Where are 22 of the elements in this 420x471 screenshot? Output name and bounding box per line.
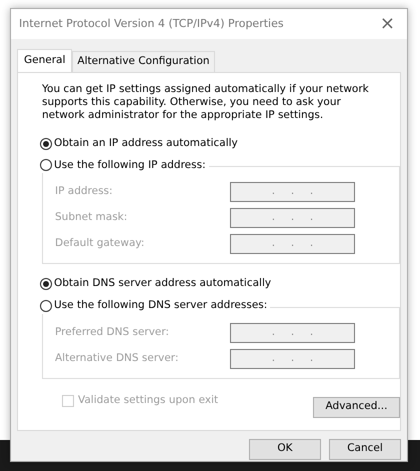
- field-label: Alternative DNS server:: [55, 350, 180, 366]
- tab[interactable]: Alternative Configuration: [72, 51, 215, 72]
- radio-icon[interactable]: [40, 138, 52, 150]
- advanced-button[interactable]: Advanced...: [313, 396, 400, 418]
- close-button[interactable]: ×: [376, 15, 399, 33]
- field-label: IP address:: [55, 184, 114, 200]
- radio-option[interactable]: Use the following IP address:: [40, 158, 209, 174]
- radio-option[interactable]: Obtain DNS server address automatically: [40, 276, 272, 292]
- dialog-button[interactable]: OK: [249, 438, 321, 460]
- radio-icon[interactable]: [40, 300, 52, 312]
- field-label: Preferred DNS server:: [55, 324, 170, 340]
- intro-text: You can get IP settings assigned automatically if your network supports this capability. Otherwise, you need to ask your network administrator for the appropriate IP settings.: [42, 82, 370, 122]
- radio-option[interactable]: Use the following DNS server addresses:: [40, 298, 270, 314]
- dialog-button[interactable]: Cancel: [329, 438, 401, 460]
- radio-option[interactable]: Obtain an IP address automatically: [40, 136, 238, 152]
- field-label: Default gateway:: [55, 236, 146, 252]
- tab[interactable]: General: [17, 49, 72, 72]
- radio-icon[interactable]: [40, 159, 52, 172]
- radio-icon[interactable]: [40, 278, 52, 290]
- checkbox-label: Validate settings upon exit: [78, 392, 218, 408]
- field-label: Subnet mask:: [55, 210, 128, 226]
- window-title: Internet Protocol Version 4 (TCP/IPv4) Properties: [19, 16, 284, 32]
